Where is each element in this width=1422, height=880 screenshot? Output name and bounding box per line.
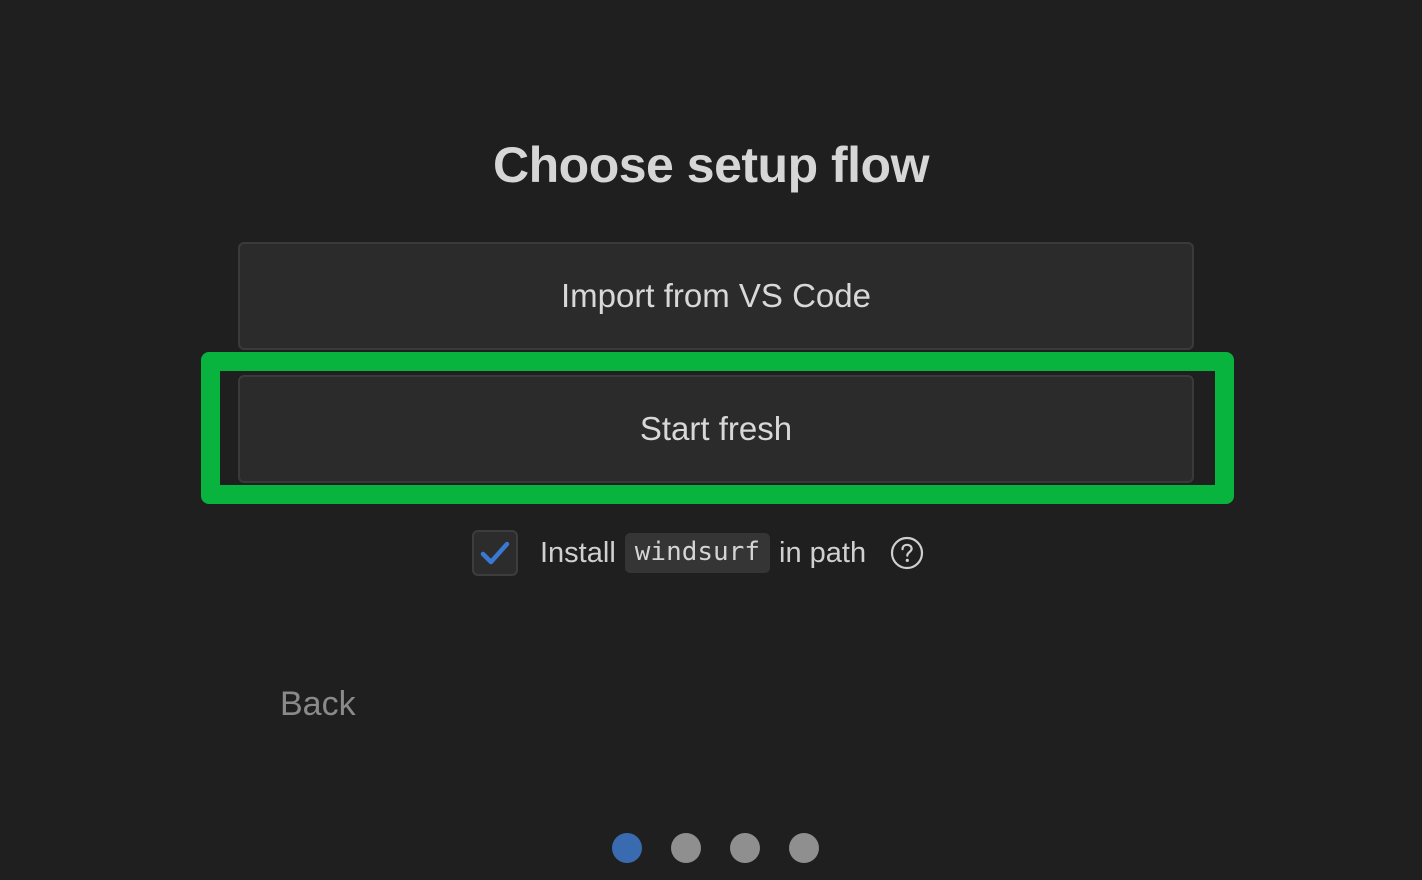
back-button[interactable]: Back [280,685,356,724]
start-fresh-label: Start fresh [639,410,793,447]
import-from-vscode-label: Import from VS Code [561,277,871,314]
import-from-vscode-button[interactable]: Import from VS Code [238,242,1194,350]
start-fresh-button[interactable]: Start fresh [238,375,1194,483]
step-indicator [612,833,819,863]
step-dot-4 [789,833,819,863]
question-circle-icon[interactable] [890,536,924,570]
command-name-chip: windsurf [624,533,770,573]
step-dot-1 [612,833,642,863]
page-title: Choose setup flow [493,137,929,193]
step-dot-3 [730,833,760,863]
install-path-row: Install windsurf in path [472,529,924,577]
install-label: Install [540,536,616,569]
checkmark-icon [480,541,510,565]
setup-page: Choose setup flow Import from VS Code St… [0,0,1422,880]
step-dot-2 [671,833,701,863]
in-path-label: in path [779,536,867,569]
install-path-checkbox[interactable] [472,530,518,576]
